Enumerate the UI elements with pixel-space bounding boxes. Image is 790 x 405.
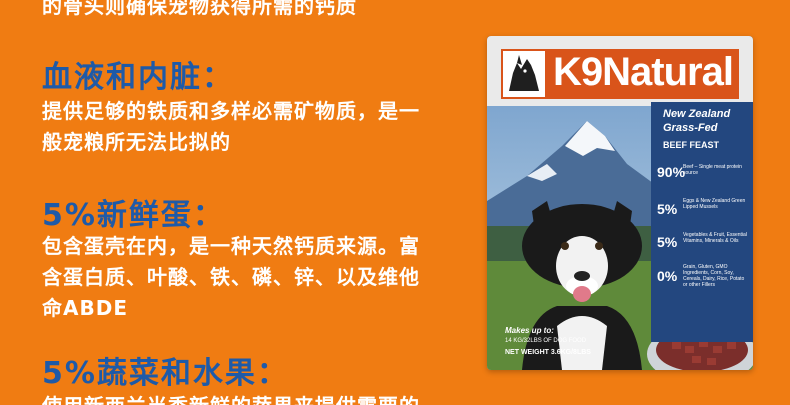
product-detail-page: 的骨头则确保宠物获得所需的钙质 血液和内脏： 提供足够的铁质和多样必需矿物质，是… bbox=[0, 0, 790, 405]
section-text-line: 提供足够的铁质和多样必需矿物质，是一 bbox=[42, 99, 420, 123]
makes-value: 14 KG/32LBS OF DOG FOOD bbox=[505, 338, 587, 344]
package-tagline: New Zealand bbox=[663, 108, 731, 120]
ingredient-percent: 5% bbox=[657, 201, 678, 217]
package-info-panel bbox=[651, 102, 753, 342]
ingredient-percent: 90% bbox=[657, 164, 686, 180]
section-text-line: 般宠粮所无法比拟的 bbox=[42, 130, 231, 154]
brand-logo-text: K9Natural bbox=[553, 50, 734, 94]
ingredient-percent: 5% bbox=[657, 234, 678, 250]
intro-line: 的骨头则确保宠物获得所需的钙质 bbox=[42, 0, 357, 18]
product-package-image: New Zealand Grass-Fed BEEF FEAST 90% Bee… bbox=[487, 36, 753, 370]
section-heading-blood-organs: 血液和内脏： bbox=[42, 60, 234, 95]
ingredient-percent: 0% bbox=[657, 268, 678, 284]
section-text-line: 使用新西兰当季新鲜的蔬果来提供需要的 bbox=[42, 390, 420, 405]
net-weight: NET WEIGHT 3.6KG/8LBS bbox=[505, 349, 591, 356]
ingredient-text: Beef – Single meat protein source bbox=[683, 164, 742, 176]
section-text-line: 含蛋白质、叶酸、铁、磷、锌、以及维他 bbox=[42, 265, 420, 289]
ingredient-text: Eggs & New Zealand Green Lipped Mussels bbox=[683, 198, 746, 210]
package-variant: BEEF FEAST bbox=[663, 140, 720, 150]
section-text-line: 命ABDE bbox=[42, 296, 128, 320]
ingredient-text: Grain, Gluten, GMO Ingredients, Corn, So… bbox=[683, 264, 745, 288]
wolf-logo-icon bbox=[501, 49, 547, 99]
section-heading-eggs: 5%新鲜蛋： bbox=[42, 198, 225, 233]
section-heading-vegetables-fruit: 5%蔬菜和水果： bbox=[42, 356, 289, 391]
makes-label: Makes up to: bbox=[505, 326, 554, 335]
ingredient-text: Vegetables & Fruit, Essential Vitamins, … bbox=[683, 232, 747, 244]
package-tagline: Grass-Fed bbox=[663, 122, 718, 134]
section-text-line: 包含蛋壳在内，是一种天然钙质来源。富 bbox=[42, 234, 420, 258]
